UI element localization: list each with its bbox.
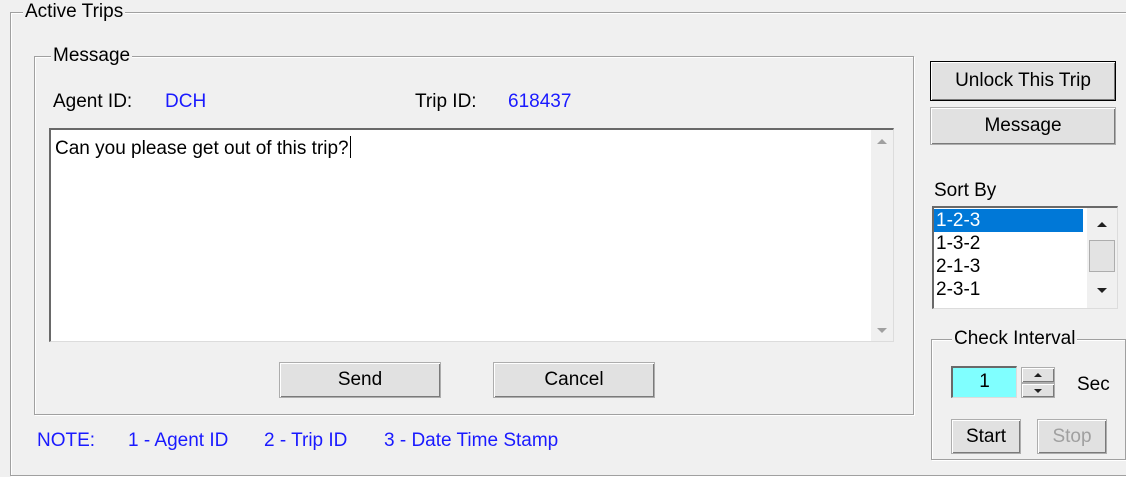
interval-spinner[interactable]	[1021, 367, 1055, 398]
sort-scrollbar[interactable]	[1087, 208, 1117, 308]
message-button[interactable]: Message	[930, 107, 1116, 145]
agent-id-label: Agent ID:	[53, 91, 133, 112]
spin-up-icon	[1034, 373, 1042, 377]
sort-scroll-up-icon[interactable]	[1087, 208, 1117, 236]
active-trips-legend: Active Trips	[23, 0, 126, 24]
cancel-button[interactable]: Cancel	[493, 362, 655, 398]
spin-up-button[interactable]	[1021, 367, 1055, 383]
interval-input[interactable]: 1	[951, 366, 1017, 398]
sort-by-label: Sort By	[934, 180, 997, 201]
sort-option-2-1-3[interactable]: 2-1-3	[934, 255, 1083, 278]
sort-by-listbox[interactable]: 1-2-3 1-3-2 2-1-3 2-3-1	[932, 206, 1118, 309]
note-item-date-time-stamp: 3 - Date Time Stamp	[384, 430, 559, 451]
send-button[interactable]: Send	[279, 362, 441, 398]
note-item-trip-id: 2 - Trip ID	[264, 430, 348, 451]
note-prefix: NOTE:	[37, 430, 96, 451]
sort-option-2-3-1[interactable]: 2-3-1	[934, 278, 1083, 301]
text-caret	[349, 136, 351, 158]
interval-unit-label: Sec	[1077, 374, 1110, 395]
message-scrollbar[interactable]	[871, 130, 893, 341]
spin-down-button[interactable]	[1021, 383, 1055, 398]
scroll-up-arrow-icon[interactable]	[871, 130, 893, 152]
message-textarea[interactable]: Can you please get out of this trip?	[49, 128, 894, 342]
note-item-agent-id: 1 - Agent ID	[128, 430, 229, 451]
message-legend: Message	[51, 44, 133, 68]
trip-id-value: 618437	[508, 91, 572, 112]
spin-down-icon	[1034, 389, 1042, 393]
message-text: Can you please get out of this trip?	[55, 136, 351, 159]
trip-id-label: Trip ID:	[415, 91, 477, 112]
agent-id-value: DCH	[165, 91, 207, 112]
sort-scroll-thumb[interactable]	[1089, 240, 1115, 272]
check-interval-legend: Check Interval	[952, 327, 1078, 351]
sort-option-1-2-3[interactable]: 1-2-3	[934, 209, 1083, 232]
scroll-down-arrow-icon[interactable]	[871, 319, 893, 341]
unlock-trip-button[interactable]: Unlock This Trip	[930, 61, 1116, 101]
stop-button[interactable]: Stop	[1037, 419, 1107, 454]
start-button[interactable]: Start	[951, 419, 1021, 454]
sort-option-1-3-2[interactable]: 1-3-2	[934, 232, 1083, 255]
sort-scroll-down-icon[interactable]	[1087, 280, 1117, 308]
